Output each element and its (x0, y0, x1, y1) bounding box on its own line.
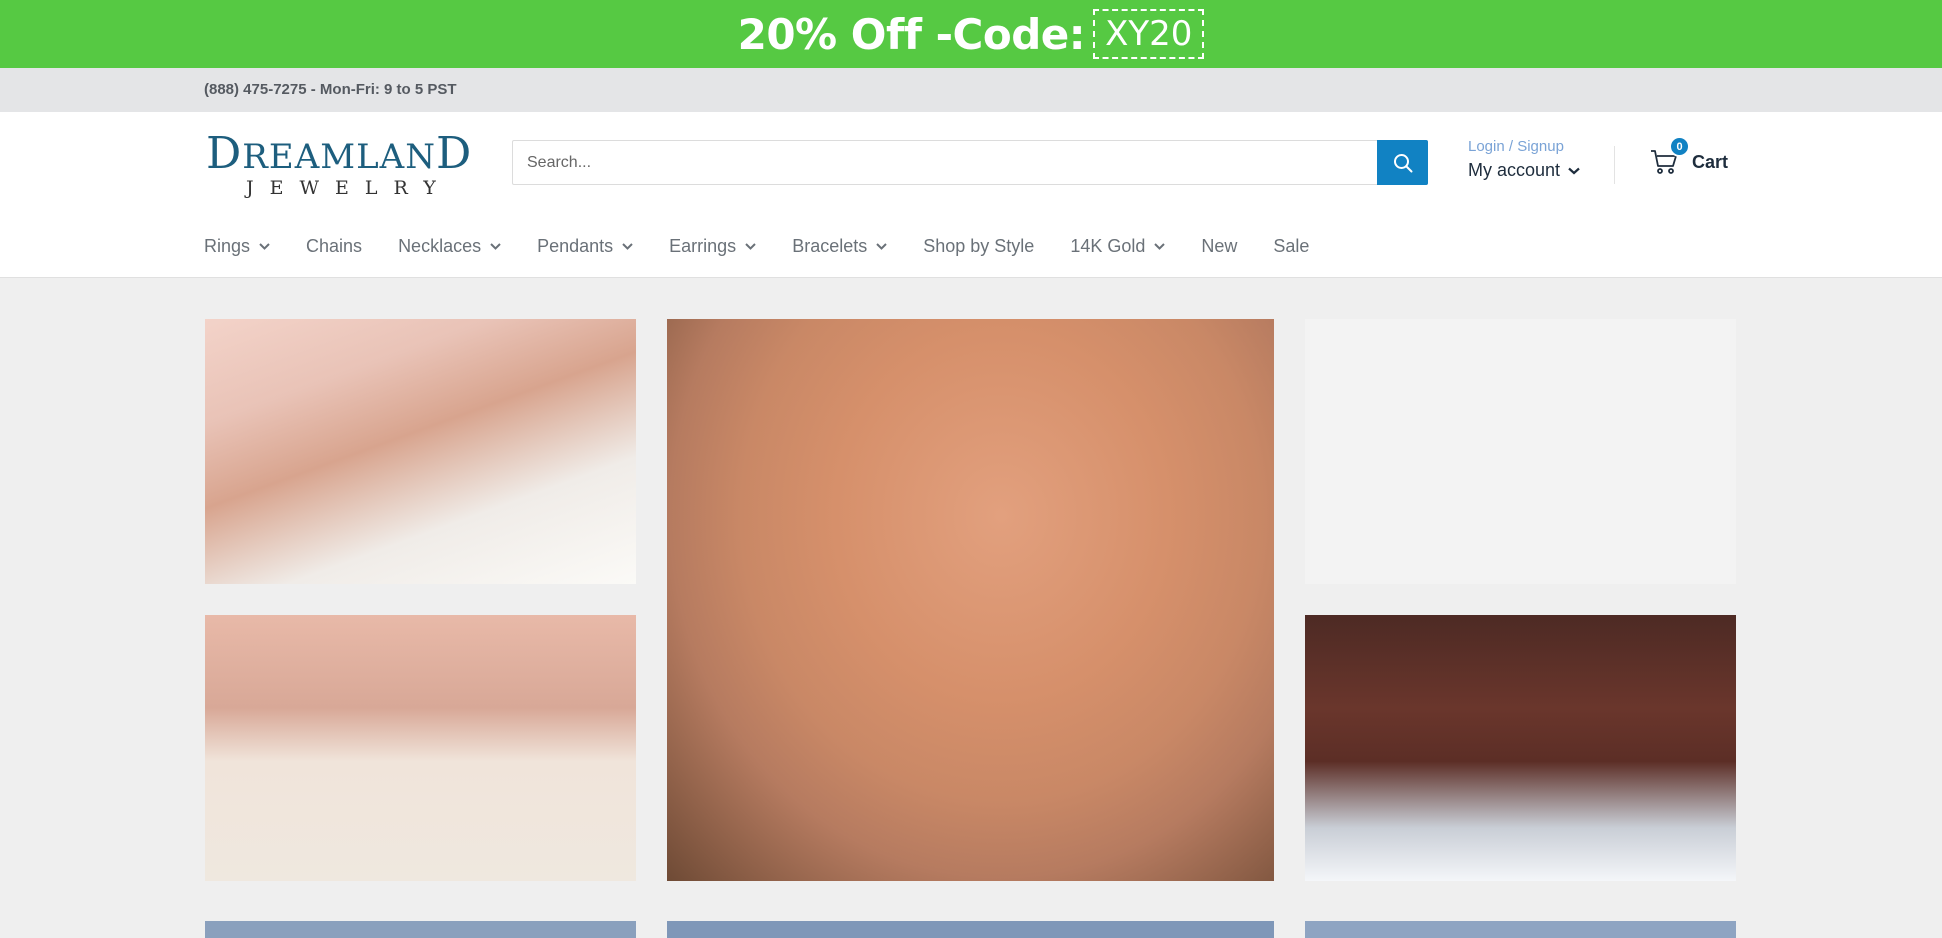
chevron-down-icon (622, 242, 633, 250)
chevron-down-icon (876, 242, 887, 250)
nav-item-label: 14K Gold (1070, 235, 1146, 256)
contact-phone-hours: (888) 475-7275 - Mon-Fri: 9 to 5 PST (204, 81, 457, 98)
nav-item-label: Rings (204, 235, 251, 256)
nav-item-label: Chains (306, 235, 363, 256)
store-logo[interactable]: DREAMLAND JEWELRY (206, 128, 473, 199)
search-bar (512, 140, 1428, 185)
nav-item-label: New (1201, 235, 1238, 256)
my-account-dropdown[interactable]: My account (1468, 160, 1580, 181)
cart-count-badge: 0 (1669, 136, 1690, 157)
promo-tile-bottom-center[interactable] (667, 921, 1274, 938)
login-signup-link[interactable]: Login / Signup (1468, 138, 1580, 155)
nav-item-label: Shop by Style (923, 235, 1035, 256)
chevron-down-icon (745, 242, 756, 250)
cart-label: Cart (1692, 151, 1729, 172)
promo-tile-rings[interactable] (205, 319, 636, 584)
search-button[interactable] (1377, 140, 1428, 185)
account-menu: Login / Signup My account (1468, 138, 1580, 181)
nav-item-rings[interactable]: Rings (204, 236, 270, 257)
chevron-down-icon (1154, 242, 1166, 250)
my-account-label: My account (1468, 160, 1561, 180)
nav-item-label: Sale (1273, 235, 1310, 256)
cart-icon: 0 (1650, 136, 1690, 176)
search-icon (1393, 153, 1412, 172)
promo-tile-chains[interactable] (667, 319, 1274, 881)
promo-banner: 20% Off -Code: XY20 (0, 0, 1942, 68)
promo-tile-bottom-right[interactable] (1305, 921, 1736, 938)
nav-item-shop-by-style[interactable]: Shop by Style (923, 236, 1034, 257)
nav-item-necklaces[interactable]: Necklaces (398, 236, 501, 257)
nav-item-label: Earrings (669, 235, 737, 256)
promo-tile-wedding-bands[interactable] (1305, 615, 1736, 881)
nav-item-sale[interactable]: Sale (1273, 236, 1309, 257)
nav-item-bracelets[interactable]: Bracelets (792, 236, 887, 257)
promo-tile-engagement-rings[interactable] (205, 615, 636, 881)
contact-bar: (888) 475-7275 - Mon-Fri: 9 to 5 PST (0, 68, 1942, 112)
nav-item-earrings[interactable]: Earrings (669, 236, 756, 257)
nav-item-pendants[interactable]: Pendants (537, 236, 633, 257)
nav-item-label: Necklaces (398, 235, 482, 256)
search-input[interactable] (513, 141, 1377, 184)
nav-item-new[interactable]: New (1201, 236, 1237, 257)
nav-item-label: Bracelets (792, 235, 868, 256)
header-divider (1614, 146, 1615, 184)
nav-item-label: Pendants (537, 235, 614, 256)
main-nav: Rings Chains Necklaces Pendants Earrings Brac… (204, 234, 1345, 258)
promo-tile-placeholder[interactable] (1305, 319, 1736, 584)
logo-subtitle: JEWELRY (246, 177, 452, 199)
promo-text: 20% Off -Code: (737, 9, 1086, 59)
promo-code[interactable]: XY20 (1093, 9, 1205, 59)
nav-item-chains[interactable]: Chains (306, 236, 362, 257)
chevron-down-icon (1568, 167, 1580, 174)
logo-wordmark: DREAMLAND (206, 128, 473, 179)
nav-item-14k-gold[interactable]: 14K Gold (1070, 235, 1166, 257)
chevron-down-icon (490, 242, 501, 250)
chevron-down-icon (259, 242, 270, 250)
promo-tile-bottom-left[interactable] (205, 921, 636, 938)
site-header: DREAMLAND JEWELRY Login / Signup My acco… (0, 112, 1942, 278)
cart-button[interactable]: 0 Cart (1650, 136, 1729, 176)
